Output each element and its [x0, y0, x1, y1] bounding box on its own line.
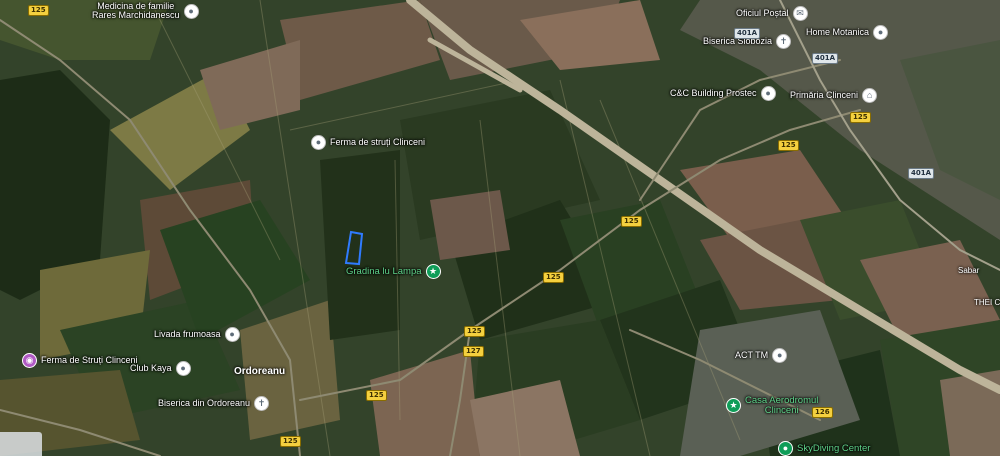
poi-label: Oficiul Poștal	[736, 7, 789, 18]
poi-label: Club Kaya	[130, 362, 172, 373]
poi-label: Medicina de familie Rares Marchidanescu	[92, 1, 180, 21]
poi-medicina-de-familie[interactable]: Medicina de familie Rares Marchidanescu …	[92, 1, 199, 21]
poi-label: Casa Aerodromul Clinceni	[745, 395, 819, 416]
road-shield-401a: 401A	[812, 53, 839, 64]
poi-primaria-clinceni[interactable]: Primăria Clinceni ⌂	[790, 88, 878, 103]
poi-skydiving-center[interactable]: ● SkyDiving Center	[778, 441, 870, 456]
satellite-map[interactable]: Medicina de familie Rares Marchidanescu …	[0, 0, 1000, 456]
cross-icon: ✝	[254, 396, 270, 411]
poi-biserica-ordoreanu[interactable]: Biserica din Ordoreanu ✝	[158, 396, 270, 411]
place-marker-icon: ●	[183, 3, 199, 19]
place-label-thei: THEI CLI	[974, 298, 1000, 307]
satellite-imagery[interactable]	[0, 0, 1000, 456]
road-shield-125: 125	[280, 436, 301, 447]
poi-label: Livada frumoasa	[154, 328, 221, 339]
poi-label: Gradina lu Lampa	[346, 265, 422, 277]
camera-icon: ◉	[22, 353, 37, 368]
poi-ferma-de-struti-2[interactable]: ◉ Ferma de Struți Clinceni	[22, 353, 138, 368]
poi-livada-frumoasa[interactable]: Livada frumoasa ●	[154, 327, 240, 342]
poi-label: ACT TM	[735, 349, 769, 360]
poi-label: Ferma de Struți Clinceni	[41, 354, 138, 365]
place-marker-icon: ●	[778, 441, 793, 456]
road-shield-125: 125	[366, 390, 387, 401]
poi-home-motanica[interactable]: Home Motanica ●	[806, 25, 889, 40]
road-shield-125: 125	[28, 5, 49, 16]
poi-oficiul-postal[interactable]: Oficiul Poștal ✉	[736, 6, 808, 21]
map-type-toggle[interactable]	[0, 432, 42, 456]
poi-label: Biserica din Ordoreanu	[158, 397, 251, 408]
place-marker-icon: ●	[772, 348, 788, 363]
poi-label: SkyDiving Center	[797, 442, 871, 454]
place-marker-icon: ●	[760, 86, 776, 101]
poi-label: Home Motanica	[806, 26, 870, 37]
poi-act-tm[interactable]: ACT TM ●	[735, 348, 788, 363]
poi-gradina-lu-lampa[interactable]: Gradina lu Lampa ★	[346, 264, 441, 279]
place-marker-icon: ●	[311, 135, 326, 150]
poi-label: Ferma de struți Clinceni	[330, 136, 426, 147]
road-shield-126: 126	[812, 407, 833, 418]
road-shield-125: 125	[464, 326, 485, 337]
poi-label: Primăria Clinceni	[790, 89, 859, 100]
road-shield-125: 125	[543, 272, 564, 283]
star-icon: ★	[726, 398, 741, 414]
place-marker-icon: ●	[873, 25, 889, 40]
road-shield-125: 125	[778, 140, 799, 151]
poi-club-kaya[interactable]: Club Kaya ●	[130, 361, 191, 376]
government-icon: ⌂	[862, 88, 878, 103]
road-shield-401a: 401A	[734, 28, 761, 39]
poi-ferma-de-struti[interactable]: ● Ferma de struți Clinceni	[311, 135, 425, 150]
road-shield-125: 125	[621, 216, 642, 227]
poi-cc-building[interactable]: C&C Building Prostec ●	[670, 86, 776, 101]
road-shield-401a: 401A	[908, 168, 935, 179]
star-icon: ★	[425, 264, 441, 279]
cross-icon: ✝	[776, 34, 792, 49]
poi-casa-aerodromul[interactable]: ★ Casa Aerodromul Clinceni	[726, 396, 818, 416]
place-label-sabar: Sabar	[958, 266, 980, 275]
poi-label: C&C Building Prostec	[670, 87, 757, 98]
road-shield-127: 127	[463, 346, 484, 357]
place-marker-icon: ●	[224, 327, 240, 342]
envelope-icon: ✉	[792, 6, 808, 21]
place-marker-icon: ●	[175, 361, 191, 376]
road-shield-125: 125	[850, 112, 871, 123]
place-label-ordoreanu: Ordoreanu	[234, 366, 286, 377]
